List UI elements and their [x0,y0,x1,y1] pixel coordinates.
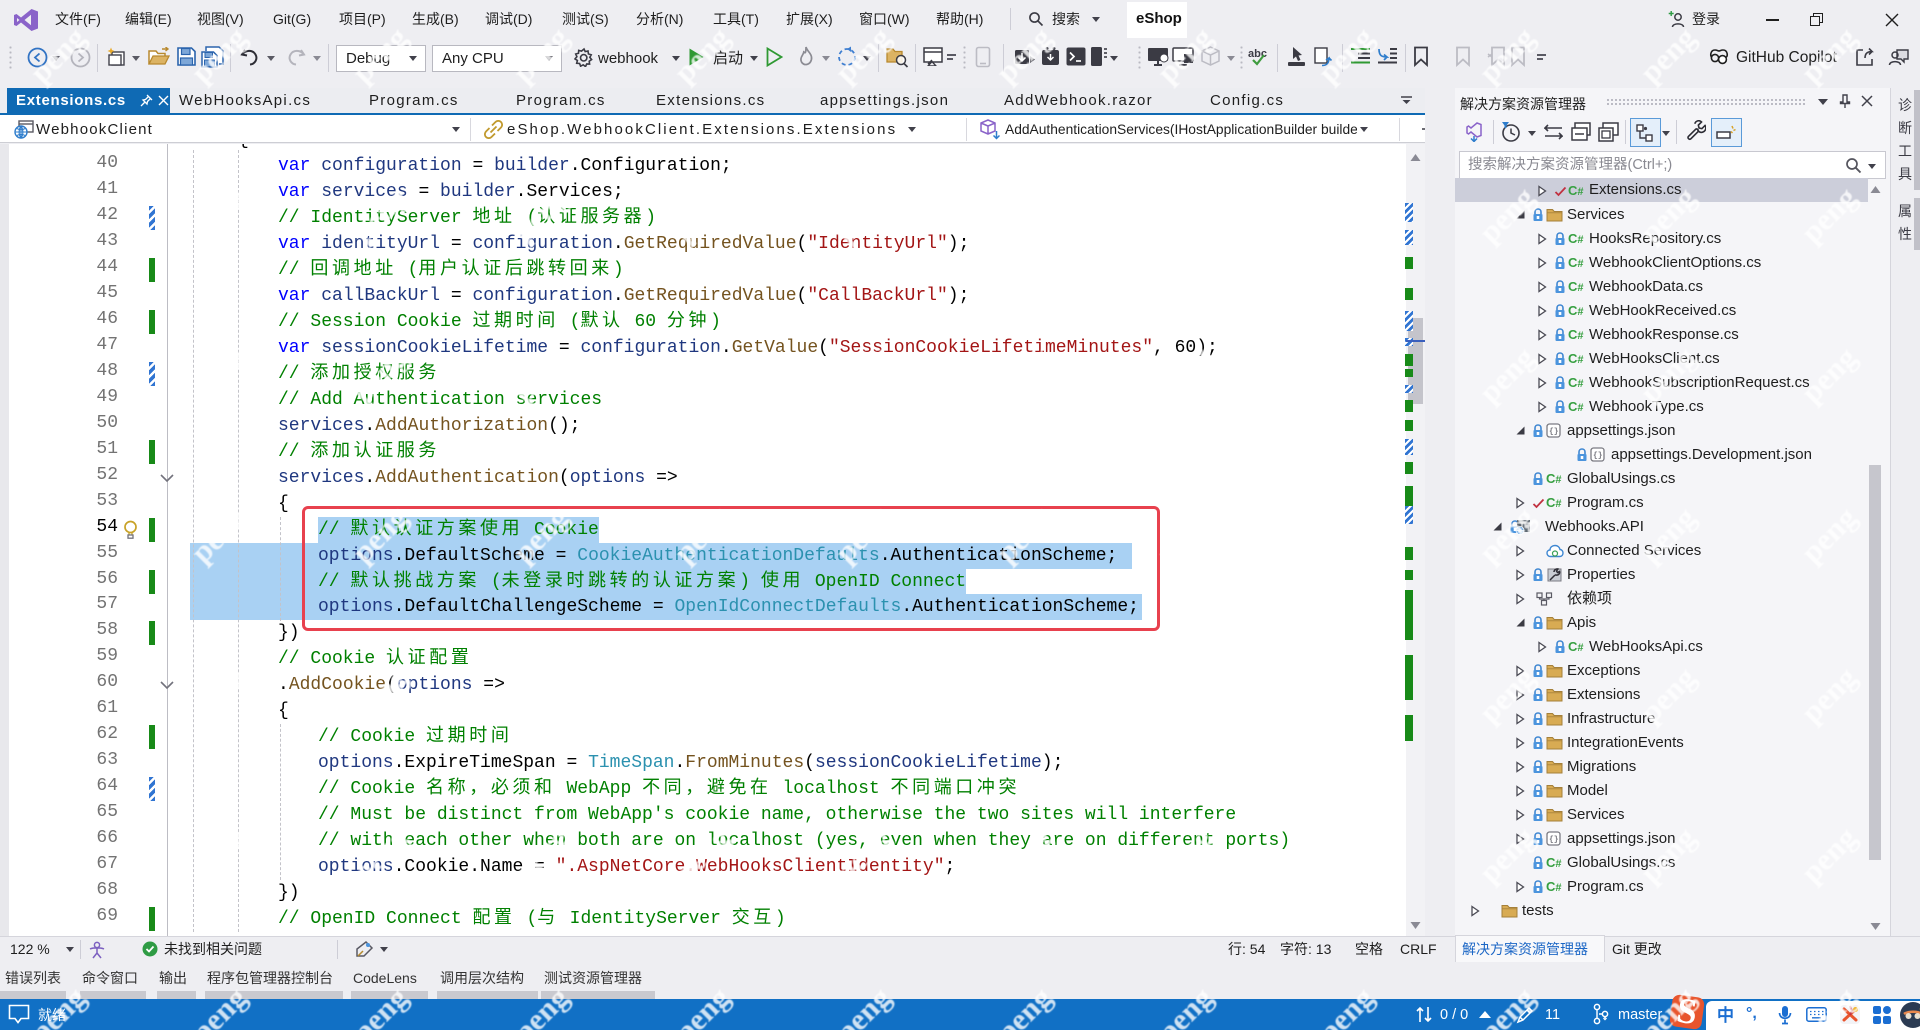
svg-text:{}: {} [1549,427,1559,436]
svg-text:{}: {} [1549,836,1559,845]
svg-text:abc: abc [1248,48,1267,60]
svg-text:{}: {} [1593,451,1603,460]
